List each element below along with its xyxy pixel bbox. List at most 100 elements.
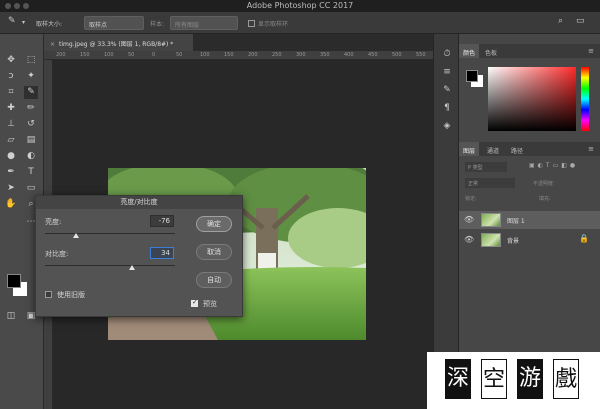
contrast-slider-track[interactable] [45, 265, 175, 266]
brightness-slider-thumb[interactable] [73, 233, 80, 238]
brightness-label: 亮度: [45, 218, 62, 226]
tab-color[interactable]: 颜色 [459, 44, 480, 58]
eraser-tool-icon[interactable]: ▱ [4, 134, 18, 147]
title-bar: Adobe Photoshop CC 2017 [0, 0, 600, 12]
layer-filter-select[interactable]: P 类型 [465, 162, 507, 172]
history-panel-icon[interactable]: ⏱ [441, 48, 453, 60]
lock-label: 锁定: [465, 196, 477, 202]
tool-preset-chevron-icon[interactable]: ▾ [22, 19, 25, 26]
ruler-tick-label: 200 [56, 52, 66, 58]
layer-filter-icons[interactable]: ▣◐T▭◧● [529, 162, 578, 169]
horizontal-ruler: 200 150 100 50 0 50 100 150 200 250 300 350 400 450 50… [44, 51, 433, 60]
ruler-tick-label: 550 [416, 52, 426, 58]
close-tab-icon[interactable]: × [50, 41, 55, 48]
document-tab-title: timg.jpeg @ 33.3% (图层 1, RGB/8#) * [59, 41, 174, 48]
quick-mask-icon[interactable]: ◫ [4, 310, 18, 323]
show-ring-label: 显示取样环 [258, 21, 289, 28]
cancel-button[interactable]: 取消 [196, 244, 232, 260]
auto-button[interactable]: 自动 [196, 272, 232, 288]
contrast-label: 对比度: [45, 250, 69, 258]
path-select-tool-icon[interactable]: ➤ [4, 182, 18, 195]
sample-label: 样本: [150, 21, 165, 28]
use-legacy-label: 使用旧版 [57, 291, 85, 299]
contrast-slider-thumb[interactable] [129, 265, 136, 270]
sample-select[interactable]: 所有图层 [170, 16, 238, 30]
layer-row[interactable]: 👁 背景 🔒 [459, 231, 600, 249]
layers-panel-menu-icon[interactable]: ≡ [588, 145, 594, 153]
healing-brush-tool-icon[interactable]: ✚ [4, 102, 18, 115]
watermark-char: 戲 [553, 359, 579, 399]
show-ring-checkbox[interactable] [248, 20, 255, 27]
watermark-logo: 深 空 游 戲 [427, 352, 600, 409]
marquee-tool-icon[interactable]: ⬚ [24, 54, 38, 67]
watermark-char: 深 [445, 359, 471, 399]
gradient-tool-icon[interactable]: ▤ [24, 134, 38, 147]
pen-tool-icon[interactable]: ✒ [4, 166, 18, 179]
ruler-tick-label: 250 [272, 52, 282, 58]
layer-thumbnail [481, 233, 501, 247]
use-legacy-checkbox[interactable] [45, 291, 52, 298]
search-icon[interactable]: ⌕ [558, 16, 563, 26]
sample-size-select[interactable]: 取样点 [84, 16, 144, 30]
hand-tool-icon[interactable]: ✋ [4, 198, 18, 211]
quick-select-tool-icon[interactable]: ✦ [24, 70, 38, 83]
ruler-tick-label: 300 [296, 52, 306, 58]
layer-name: 图层 1 [507, 218, 525, 225]
ruler-tick-label: 150 [224, 52, 234, 58]
workspace-icon[interactable]: ▭ [576, 16, 585, 26]
contrast-input[interactable]: 34 [150, 247, 174, 259]
fill-label: 填充: [539, 196, 551, 202]
ruler-tick-label: 400 [344, 52, 354, 58]
sample-size-label: 取样大小: [36, 21, 63, 28]
shape-tool-icon[interactable]: ▭ [24, 182, 38, 195]
foreground-color-swatch[interactable] [7, 274, 21, 288]
preview-checkbox[interactable] [191, 298, 198, 307]
tab-layers[interactable]: 图层 [459, 142, 480, 156]
hue-slider[interactable] [581, 67, 589, 131]
brush-panel-icon[interactable]: ✎ [441, 84, 453, 96]
layer-row[interactable]: 👁 图层 1 [459, 211, 600, 229]
document-tab[interactable]: × timg.jpeg @ 33.3% (图层 1, RGB/8#) * [44, 34, 194, 51]
dialog-title: 亮度/对比度 [36, 196, 242, 209]
type-tool-icon[interactable]: T [24, 166, 38, 179]
lasso-tool-icon[interactable]: ↄ [4, 70, 18, 83]
ruler-tick-label: 450 [368, 52, 378, 58]
eyedropper-tool-icon[interactable]: ✎ [24, 86, 38, 99]
eyedropper-icon[interactable]: ✎ [8, 16, 16, 26]
move-tool-icon[interactable]: ✥ [4, 54, 18, 67]
tab-swatches[interactable]: 色板 [481, 44, 501, 58]
crop-tool-icon[interactable]: ⌗ [4, 86, 18, 99]
ok-button[interactable]: 确定 [196, 216, 232, 232]
ruler-tick-label: 50 [128, 52, 135, 58]
dodge-tool-icon[interactable]: ◐ [24, 150, 38, 163]
tab-paths[interactable]: 路径 [507, 142, 527, 156]
color-panel-menu-icon[interactable]: ≡ [588, 47, 594, 55]
brightness-input[interactable]: -76 [150, 215, 174, 227]
clone-stamp-tool-icon[interactable]: ⊥ [4, 118, 18, 131]
blur-tool-icon[interactable]: ● [4, 150, 18, 163]
adjustments-panel-icon[interactable]: ◈ [441, 120, 453, 132]
ruler-tick-label: 200 [248, 52, 258, 58]
brush-tool-icon[interactable]: ✏ [24, 102, 38, 115]
layer-name: 背景 [507, 238, 520, 245]
color-panel-tabbar: 颜色 色板 ≡ [459, 44, 600, 58]
visibility-eye-icon[interactable]: 👁 [464, 235, 474, 244]
brightness-slider-track[interactable] [45, 233, 175, 234]
opacity-label: 不透明度: [533, 181, 555, 187]
blend-mode-select[interactable]: 正常 [465, 178, 515, 188]
options-bar: ✎ ▾ 取样大小: 取样点 样本: 所有图层 显示取样环 ⌕ ▭ [0, 12, 600, 34]
layers-panel-tabbar: 图层 通道 路径 ≡ [459, 142, 600, 156]
paragraph-panel-icon[interactable]: ¶ [441, 102, 453, 114]
visibility-eye-icon[interactable]: 👁 [464, 215, 474, 224]
history-brush-tool-icon[interactable]: ↺ [24, 118, 38, 131]
ruler-tick-label: 0 [152, 52, 156, 58]
watermark-char: 游 [517, 359, 543, 399]
ruler-tick-label: 500 [392, 52, 402, 58]
color-panel-foreground-swatch[interactable] [466, 70, 478, 82]
tab-channels[interactable]: 通道 [483, 142, 503, 156]
ruler-tick-label: 100 [104, 52, 114, 58]
color-picker-field[interactable] [488, 67, 576, 131]
properties-panel-icon[interactable]: ≡ [441, 66, 453, 78]
ruler-tick-label: 50 [176, 52, 183, 58]
preview-label: 预览 [203, 300, 217, 308]
